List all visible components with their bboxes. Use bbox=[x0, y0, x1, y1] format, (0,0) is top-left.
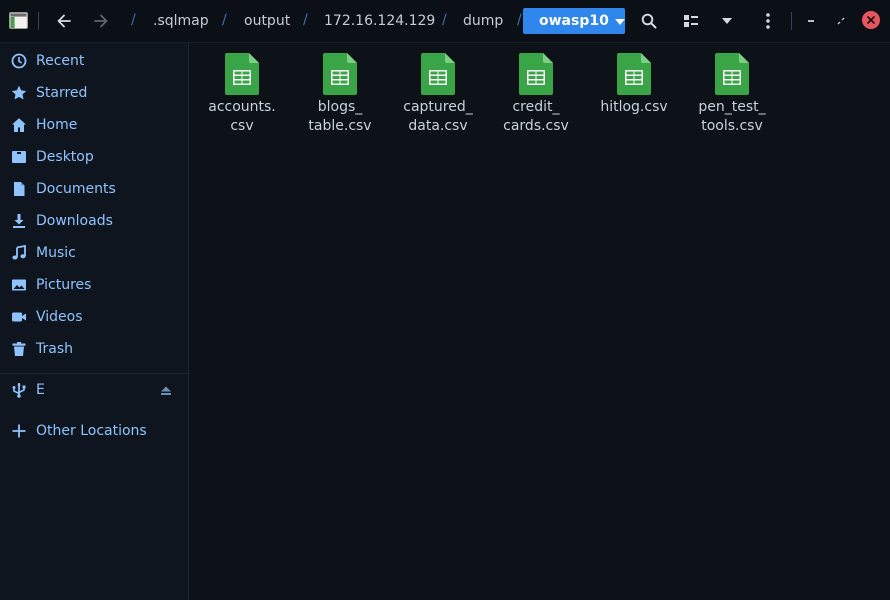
arrow-right-icon bbox=[94, 14, 108, 28]
search-button[interactable] bbox=[635, 8, 663, 34]
header-separator bbox=[791, 12, 792, 30]
sidebar-item-pictures[interactable]: Pictures bbox=[0, 271, 188, 299]
path-crumb-sqlmap[interactable]: .sqlmap bbox=[151, 8, 211, 34]
header-separator bbox=[38, 12, 39, 30]
restore-icon bbox=[837, 17, 845, 25]
trash-icon bbox=[11, 341, 27, 357]
back-button[interactable] bbox=[51, 8, 77, 34]
sidebar-item-other-locations[interactable]: Other Locations bbox=[0, 417, 188, 445]
usb-icon bbox=[11, 382, 27, 398]
spreadsheet-file-icon bbox=[519, 53, 553, 95]
sidebar-item-label: Videos bbox=[36, 309, 83, 325]
plus-icon bbox=[11, 423, 27, 439]
spreadsheet-file-icon bbox=[715, 53, 749, 95]
file-manager-app-icon bbox=[9, 12, 28, 29]
sidebar-item-videos[interactable]: Videos bbox=[0, 303, 188, 331]
eject-icon[interactable] bbox=[159, 383, 173, 397]
close-icon bbox=[867, 16, 875, 24]
path-crumb-dump[interactable]: dump bbox=[461, 8, 505, 34]
minimize-button[interactable] bbox=[800, 10, 822, 32]
picture-icon bbox=[11, 277, 27, 293]
sidebar-item-label: Home bbox=[36, 117, 78, 133]
path-separator: / bbox=[131, 12, 136, 28]
path-separator: / bbox=[222, 12, 227, 28]
sidebar-item-drive-e[interactable]: E bbox=[0, 376, 188, 404]
sidebar-item-starred[interactable]: Starred bbox=[0, 79, 188, 107]
sidebar-item-music[interactable]: Music bbox=[0, 239, 188, 267]
sidebar-item-desktop[interactable]: Desktop bbox=[0, 143, 188, 171]
sidebar-item-label: Recent bbox=[36, 53, 85, 69]
search-icon bbox=[641, 13, 657, 29]
file-view: accounts. csv blogs_ table.csv captured_… bbox=[189, 43, 890, 600]
sidebar-item-recent[interactable]: Recent bbox=[0, 47, 188, 75]
video-icon bbox=[11, 309, 27, 325]
sidebar-item-label: Trash bbox=[36, 341, 73, 357]
chevron-down-icon bbox=[722, 18, 732, 24]
maximize-button[interactable] bbox=[830, 10, 852, 32]
file-item[interactable]: accounts. csv bbox=[197, 51, 287, 151]
spreadsheet-file-icon bbox=[617, 53, 651, 95]
file-name: pen_test_ tools.csv bbox=[698, 99, 766, 134]
close-button[interactable] bbox=[862, 11, 880, 29]
forward-button[interactable] bbox=[88, 8, 114, 34]
path-separator: / bbox=[442, 12, 447, 28]
menu-button[interactable] bbox=[754, 8, 782, 34]
file-name: blogs_ table.csv bbox=[308, 99, 372, 134]
path-separator: / bbox=[303, 12, 308, 28]
music-icon bbox=[11, 245, 27, 261]
document-icon bbox=[11, 181, 27, 197]
sidebar-item-label: Starred bbox=[36, 85, 88, 101]
file-name: hitlog.csv bbox=[600, 99, 668, 115]
file-item[interactable]: credit_ cards.csv bbox=[491, 51, 581, 151]
list-view-icon bbox=[684, 15, 698, 27]
sidebar-item-label: Downloads bbox=[36, 213, 113, 229]
star-icon bbox=[11, 85, 27, 101]
path-crumb-current-label: owasp10 bbox=[539, 13, 609, 29]
header-bar: / .sqlmap / output / 172.16.124.129 / du… bbox=[0, 0, 890, 43]
sidebar-item-label: Music bbox=[36, 245, 76, 261]
sidebar-item-label: Pictures bbox=[36, 277, 92, 293]
spreadsheet-file-icon bbox=[323, 53, 357, 95]
file-name: captured_ data.csv bbox=[403, 99, 473, 134]
file-item[interactable]: hitlog.csv bbox=[589, 51, 679, 151]
minimize-icon bbox=[808, 20, 814, 22]
sidebar-separator bbox=[0, 373, 188, 374]
download-icon bbox=[11, 213, 27, 229]
sidebar-item-documents[interactable]: Documents bbox=[0, 175, 188, 203]
spreadsheet-file-icon bbox=[421, 53, 455, 95]
path-crumb-output[interactable]: output bbox=[242, 8, 292, 34]
sidebar-item-label: Documents bbox=[36, 181, 116, 197]
path-crumb-current[interactable]: owasp10 bbox=[523, 8, 625, 34]
sidebar-item-label: Desktop bbox=[36, 149, 94, 165]
file-item[interactable]: captured_ data.csv bbox=[393, 51, 483, 151]
file-item[interactable]: blogs_ table.csv bbox=[295, 51, 385, 151]
path-crumb-ip[interactable]: 172.16.124.129 bbox=[322, 8, 437, 34]
view-toggle-button[interactable] bbox=[677, 8, 705, 34]
file-name: accounts. csv bbox=[208, 99, 276, 134]
clock-icon bbox=[11, 53, 27, 69]
sidebar-item-home[interactable]: Home bbox=[0, 111, 188, 139]
sidebar-item-downloads[interactable]: Downloads bbox=[0, 207, 188, 235]
more-vertical-icon bbox=[766, 13, 770, 29]
home-icon bbox=[11, 117, 27, 133]
spreadsheet-file-icon bbox=[225, 53, 259, 95]
view-options-button[interactable] bbox=[713, 8, 741, 34]
arrow-left-icon bbox=[57, 14, 71, 28]
file-item[interactable]: pen_test_ tools.csv bbox=[687, 51, 777, 151]
sidebar: Recent Starred Home Desktop Documents Do… bbox=[0, 43, 189, 600]
chevron-down-icon bbox=[614, 13, 625, 29]
desktop-icon bbox=[11, 149, 27, 165]
sidebar-item-label: Other Locations bbox=[36, 423, 147, 439]
path-separator: / bbox=[517, 12, 522, 28]
sidebar-item-label: E bbox=[36, 382, 45, 398]
sidebar-item-trash[interactable]: Trash bbox=[0, 335, 188, 363]
file-name: credit_ cards.csv bbox=[503, 99, 569, 134]
